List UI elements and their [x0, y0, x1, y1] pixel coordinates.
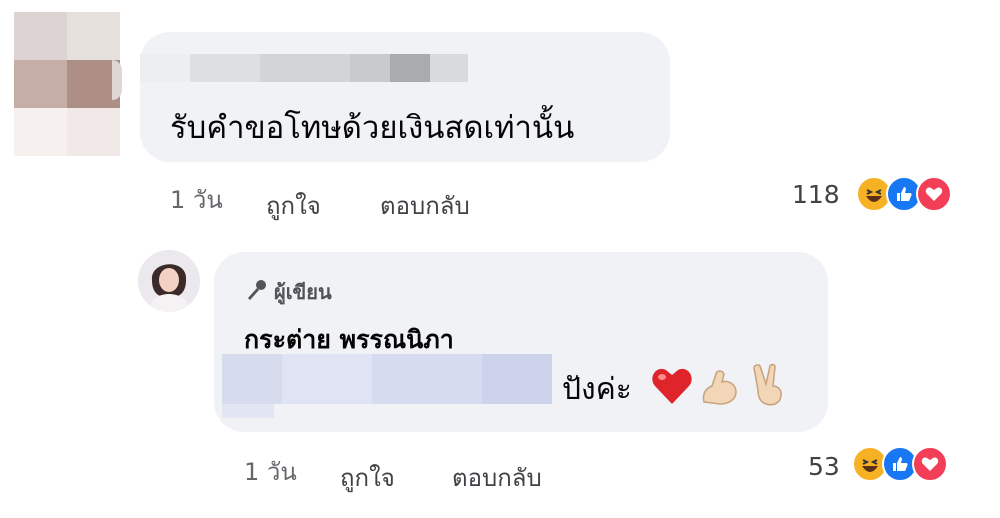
author-avatar[interactable] — [138, 250, 200, 312]
reply-reply-link[interactable]: ตอบกลับ — [452, 458, 542, 497]
reply-like-link[interactable]: ถูกใจ — [340, 458, 395, 497]
comment-bubble: รับคำขอโทษด้วยเงินสดเท่านั้น — [140, 32, 670, 162]
commenter-name-redacted[interactable] — [140, 54, 468, 82]
mention-redacted[interactable] — [222, 354, 552, 404]
author-badge-label: ผู้เขียน — [274, 280, 332, 304]
author-badge: ผู้เขียน — [244, 276, 332, 308]
avatar-edge — [112, 60, 122, 100]
reaction-count[interactable]: 118 — [792, 180, 840, 209]
comment-text: รับคำขอโทษด้วยเงินสดเท่านั้น — [170, 110, 575, 146]
like-link[interactable]: ถูกใจ — [266, 186, 321, 225]
love-icon — [916, 176, 952, 212]
reply-timestamp[interactable]: 1 วัน — [244, 452, 297, 491]
reaction-summary[interactable] — [856, 176, 952, 212]
mention-redacted-tail — [222, 404, 274, 418]
reply-text: ปังค่ะ — [562, 372, 632, 407]
reply-reaction-summary[interactable] — [852, 446, 948, 482]
reply-reaction-count[interactable]: 53 — [808, 452, 840, 481]
red-heart-icon — [650, 364, 694, 412]
victory-hand-icon — [748, 362, 792, 412]
reply-link[interactable]: ตอบกลับ — [380, 186, 470, 225]
microphone-icon — [244, 278, 268, 307]
reply-bubble: ผู้เขียน กระต่าย พรรณนิภา ปังค่ะ — [214, 252, 828, 432]
love-icon — [912, 446, 948, 482]
comment-timestamp[interactable]: 1 วัน — [170, 180, 223, 219]
commenter-avatar[interactable] — [14, 12, 120, 156]
flexed-biceps-icon — [698, 364, 742, 412]
